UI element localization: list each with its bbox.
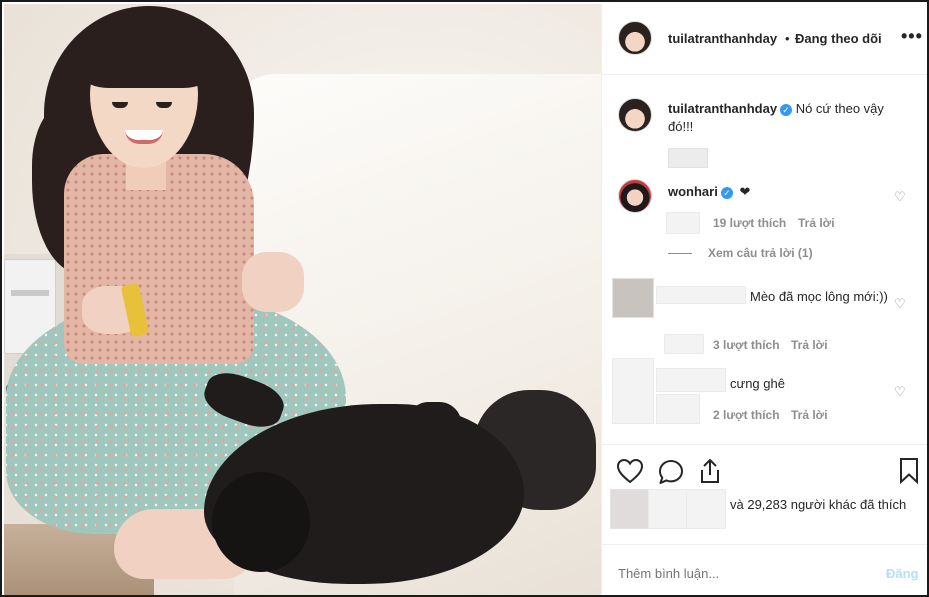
more-options-icon[interactable]: ••• xyxy=(901,26,923,47)
post-header: tuilatranthanhday • Đang theo dõi ••• xyxy=(602,4,927,75)
caption-username[interactable]: tuilatranthanhday xyxy=(668,101,777,116)
liker-avatar[interactable] xyxy=(648,489,690,529)
liker-avatar[interactable] xyxy=(686,489,726,529)
instagram-post-window: tuilatranthanhday • Đang theo dõi ••• tu… xyxy=(0,0,929,597)
reply-button[interactable]: Trả lời xyxy=(798,216,835,230)
author-avatar[interactable] xyxy=(618,21,652,55)
commenter-username[interactable]: wonhari xyxy=(668,184,718,199)
commenter-avatar[interactable] xyxy=(618,179,652,213)
heart-outline-small-icon[interactable]: ♡ xyxy=(894,297,906,310)
header-separator: • xyxy=(785,31,790,46)
redacted-time xyxy=(656,394,700,424)
comment-likes[interactable]: 2 lượt thích xyxy=(713,408,780,422)
redacted-meta xyxy=(668,148,708,168)
comment-likes[interactable]: 3 lượt thích xyxy=(713,338,780,352)
verified-badge-icon: ✓ xyxy=(780,104,793,116)
comment-line: wonhari ✓ ❤ xyxy=(668,184,750,200)
share-icon[interactable] xyxy=(697,457,723,485)
post-side-panel: tuilatranthanhday • Đang theo dõi ••• tu… xyxy=(601,4,927,595)
caption-avatar[interactable] xyxy=(618,98,652,132)
comment-bubble-icon[interactable] xyxy=(657,458,685,486)
post-comment-button[interactable]: Đăng xyxy=(886,566,919,581)
reply-button[interactable]: Trả lời xyxy=(791,338,828,352)
bookmark-icon[interactable] xyxy=(898,457,920,485)
verified-badge-icon: ✓ xyxy=(720,187,733,199)
heart-icon[interactable] xyxy=(616,458,644,484)
comment-text: cưng ghê xyxy=(730,376,785,391)
reply-button[interactable]: Trả lời xyxy=(791,408,828,422)
comment-input[interactable] xyxy=(618,566,848,581)
comment-likes[interactable]: 19 lượt thích xyxy=(713,216,786,230)
liker-avatar[interactable] xyxy=(610,489,652,529)
heart-outline-small-icon[interactable]: ♡ xyxy=(894,385,906,398)
redacted-avatar xyxy=(612,278,654,318)
redacted-username xyxy=(656,368,726,392)
heart-outline-small-icon[interactable]: ♡ xyxy=(894,190,906,203)
redacted-time xyxy=(664,334,704,354)
view-replies-button[interactable]: Xem câu trả lời (1) xyxy=(668,246,813,260)
redacted-time xyxy=(666,212,700,234)
redacted-avatar xyxy=(612,358,654,424)
comment-text: ❤ xyxy=(739,184,751,199)
post-actions: và 29,283 người khác đã thích xyxy=(602,444,927,544)
comment-text: Mèo đã mọc lông mới:)) xyxy=(750,289,888,304)
comments-list[interactable]: tuilatranthanhday ✓ Nó cứ theo vậy đó!!! … xyxy=(602,76,927,444)
author-username[interactable]: tuilatranthanhday xyxy=(668,31,777,46)
likes-count[interactable]: và 29,283 người khác đã thích xyxy=(730,497,906,512)
following-button[interactable]: Đang theo dõi xyxy=(795,31,882,46)
caption-text-block: tuilatranthanhday ✓ Nó cứ theo vậy đó!!! xyxy=(668,100,908,136)
post-photo[interactable] xyxy=(4,4,601,595)
add-comment-bar: Đăng xyxy=(602,544,927,595)
